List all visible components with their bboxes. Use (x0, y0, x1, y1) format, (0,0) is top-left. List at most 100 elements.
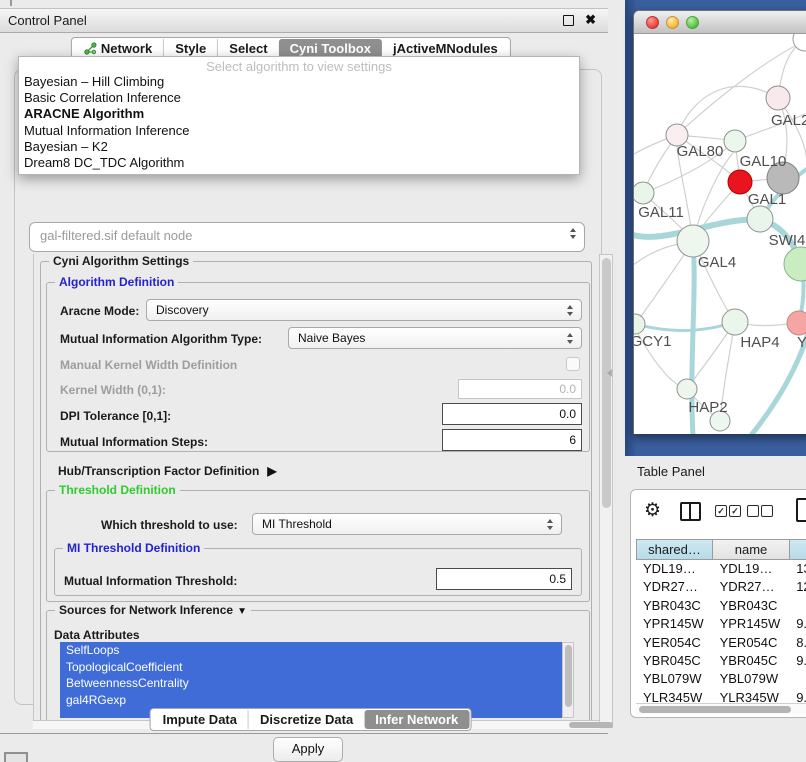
scrollbar-thumb[interactable] (639, 706, 791, 713)
table-row[interactable]: YPR145WYPR145W9. (636, 615, 806, 633)
deselect-all-checkbox-icon[interactable] (761, 505, 773, 517)
data-attribute-item[interactable]: BetweennessCentrality (60, 675, 562, 692)
table-cell: YPR145W (713, 615, 790, 633)
network-window-titlebar[interactable] (634, 11, 806, 34)
network-node-node-salmon[interactable] (787, 311, 806, 335)
network-node-SWI4[interactable] (747, 206, 773, 232)
new-table-icon[interactable] (796, 498, 806, 522)
float-window-icon[interactable] (563, 15, 574, 26)
scrollbar-thumb[interactable] (565, 645, 572, 707)
dropdown-item[interactable]: Dream8 DC_TDC Algorithm (19, 155, 579, 171)
settings-scroll-viewport: Cyni Algorithm Settings Algorithm Defini… (33, 254, 599, 720)
table-cell: YLR345W (713, 689, 790, 703)
dropdown-item[interactable]: Basic Correlation Inference (19, 90, 579, 106)
network-node-GAL4[interactable] (677, 225, 709, 257)
settings-vertical-scrollbar[interactable] (599, 254, 613, 728)
network-edge[interactable] (677, 86, 778, 135)
column-header[interactable]: name (713, 539, 790, 560)
node-label-node-salmon: Y (797, 334, 806, 351)
close-traffic-light-icon[interactable] (646, 16, 659, 29)
network-node-GAL2[interactable] (766, 86, 790, 110)
network-node-node-biggreen[interactable] (784, 247, 806, 281)
data-attribute-item[interactable]: SelfLoops (60, 642, 562, 659)
which-threshold-value: MI Threshold (262, 517, 332, 531)
panel-splitter-toggle-icon[interactable] (607, 369, 612, 377)
algorithm-definition-title: Algorithm Definition (55, 275, 178, 289)
table-horizontal-scrollbar[interactable] (636, 703, 806, 714)
table-settings-gear-icon[interactable]: ⚙ (644, 499, 661, 522)
close-icon[interactable]: ✖ (585, 12, 596, 28)
network-node-GAL10[interactable] (724, 130, 746, 152)
tab-discretize-data[interactable]: Discretize Data (248, 710, 364, 729)
network-view-window[interactable]: GAL2GAL80GAL10GAL1GAL11SWI4GAL4GCY1HAP4Y… (633, 10, 806, 434)
table-cell: YER054C (713, 634, 790, 652)
sources-title-text: Sources for Network Inference (59, 603, 233, 617)
table-row[interactable]: YBR043CYBR043C (636, 597, 806, 615)
application-root: Control Panel ✖ NetworkStyleSelectCyni T… (0, 0, 806, 762)
column-layout-icon[interactable] (680, 502, 701, 521)
scrollbar-thumb[interactable] (602, 258, 611, 508)
table-cell: YER054C (636, 634, 713, 652)
tab-infer-network[interactable]: Infer Network (364, 710, 469, 729)
table-row[interactable]: YER054CYER054C8. (636, 634, 806, 652)
dropdown-item[interactable]: Bayesian – K2 (19, 139, 579, 155)
mi-type-combobox[interactable]: Naive Bayes (288, 327, 582, 349)
table-cell: YBL079W (636, 670, 713, 688)
node-label-SWI4: SWI4 (769, 232, 806, 249)
dpi-tolerance-input[interactable]: 0.0 (442, 403, 582, 425)
expand-right-icon: ▶ (267, 464, 276, 478)
table-row[interactable]: YDL19…YDL19…13… (636, 560, 806, 578)
table-cell: 13… (789, 560, 806, 578)
data-attribute-item[interactable]: TopologicalCoefficient (60, 659, 562, 676)
aracne-mode-label: Aracne Mode: (60, 304, 139, 318)
which-threshold-combobox[interactable]: MI Threshold (252, 513, 562, 535)
network-node-HAP2[interactable] (677, 379, 697, 399)
mi-type-value: Naive Bayes (298, 331, 365, 345)
hub-definition-toggle[interactable]: Hub/Transcription Factor Definition▶ (58, 464, 277, 478)
table-row[interactable]: YLR345WYLR345W9. (636, 689, 806, 703)
control-panel-titlebar: Control Panel ✖ (0, 9, 608, 33)
scrollbar-thumb[interactable] (569, 722, 613, 728)
network-table-combobox[interactable]: gal-filtered.sif default node (29, 222, 585, 252)
network-node-HAP4[interactable] (722, 309, 748, 335)
node-label-GAL2: GAL2 (771, 112, 806, 129)
mi-threshold-title: MI Threshold Definition (63, 541, 204, 555)
network-node-GCY1[interactable] (634, 314, 645, 334)
mi-steps-input[interactable]: 6 (442, 429, 582, 451)
data-attributes-scrollbar[interactable] (562, 642, 574, 718)
dropdown-item[interactable]: Bayesian – Hill Climbing (19, 74, 579, 90)
table-row[interactable]: YBR045CYBR045C9. (636, 652, 806, 670)
zoom-traffic-light-icon[interactable] (686, 16, 699, 29)
cyni-algorithm-settings-title: Cyni Algorithm Settings (49, 254, 193, 268)
apply-button[interactable]: Apply (273, 737, 343, 762)
mi-threshold-input[interactable]: 0.5 (436, 568, 572, 590)
node-label-GCY1: GCY1 (634, 333, 671, 350)
bottom-left-button-fragment[interactable] (4, 752, 28, 762)
network-node-GAL11[interactable] (634, 182, 654, 204)
deselect-all-checkbox-icon[interactable] (747, 505, 759, 517)
aracne-mode-combobox[interactable]: Discovery (146, 299, 582, 321)
table-row[interactable]: YBL079WYBL079W (636, 670, 806, 688)
minimize-traffic-light-icon[interactable] (666, 16, 679, 29)
dropdown-item[interactable]: ARACNE Algorithm (19, 106, 579, 122)
network-edge[interactable] (635, 322, 735, 331)
manual-kernel-checkbox[interactable] (566, 357, 580, 371)
select-all-checkbox-icon[interactable]: ✓ (729, 505, 741, 517)
dropdown-item[interactable]: Mutual Information Inference (19, 123, 579, 139)
combo-spinner-icon (570, 227, 577, 240)
data-attributes-list[interactable]: SelfLoopsTopologicalCoefficientBetweenne… (60, 642, 562, 718)
tab-label: Discretize Data (260, 710, 353, 729)
kernel-width-input[interactable]: 0.0 (458, 379, 582, 399)
sources-title[interactable]: Sources for Network Inference▼ (55, 603, 251, 617)
table-cell: 8. (789, 634, 806, 652)
column-header[interactable]: shared… (636, 539, 713, 560)
network-canvas[interactable]: GAL2GAL80GAL10GAL1GAL11SWI4GAL4GCY1HAP4Y… (634, 34, 806, 434)
network-table-combobox-value: gal-filtered.sif default node (40, 228, 192, 243)
mi-threshold-label: Mutual Information Threshold: (64, 574, 237, 588)
column-header[interactable] (790, 539, 806, 560)
select-all-checkbox-icon[interactable]: ✓ (715, 505, 727, 517)
tab-impute-data[interactable]: Impute Data (152, 710, 248, 729)
table-row[interactable]: YDR27…YDR27…12… (636, 578, 806, 596)
table-cell: YBR043C (713, 597, 790, 615)
data-attribute-item[interactable]: gal4RGexp (60, 692, 562, 709)
